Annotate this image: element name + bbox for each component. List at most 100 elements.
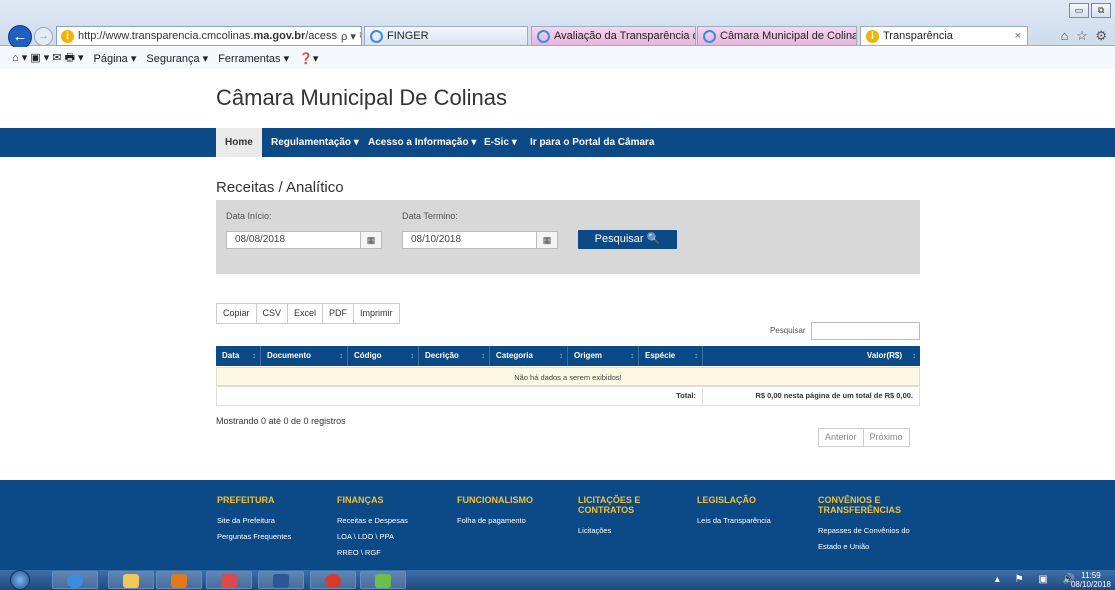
taskbar-media-button[interactable] [156, 571, 202, 589]
footer-column-licitacoes: LICITAÇÕES E CONTRATOS Licitações [578, 495, 668, 539]
info-icon[interactable]: i [61, 29, 74, 43]
tab-label: Câmara Municipal de Colinas [720, 30, 857, 42]
browser-chrome: ▭ ⧉ ← → i http://www.transparencia.cmcol… [0, 0, 1115, 49]
print-button[interactable]: Imprimir [353, 303, 400, 324]
browser-toolbar-icons[interactable]: ⌂ ☆ ⚙ [1061, 28, 1109, 44]
command-icons[interactable]: ⌂ ▾ ▣ ▾ ✉ 🖶 ▾ [12, 49, 84, 68]
column-data[interactable]: Data ↕ [216, 346, 261, 366]
tab-camara[interactable]: Câmara Municipal de Colinas [697, 26, 857, 46]
footer-link[interactable]: Estado e União [818, 539, 918, 555]
column-codigo[interactable]: Código ↕ [348, 346, 419, 366]
pdf-button[interactable]: PDF [322, 303, 355, 324]
close-tab-icon[interactable]: × [1015, 30, 1027, 42]
taskbar-word-button[interactable] [258, 571, 304, 589]
menu-pagina[interactable]: Página ▾ [94, 52, 137, 65]
back-button[interactable]: ← [8, 25, 32, 49]
footer-heading: PREFEITURA [217, 495, 275, 505]
end-date-input[interactable]: 08/10/2018 [402, 231, 537, 249]
footer-heading: LICITAÇÕES E CONTRATOS [578, 495, 641, 515]
minimize-button[interactable]: ▭ [1069, 3, 1089, 18]
folder-icon [123, 574, 139, 588]
menu-ferramentas[interactable]: Ferramentas ▾ [218, 52, 289, 65]
next-page-button[interactable]: Próximo [862, 428, 910, 447]
menu-seguranca[interactable]: Segurança ▾ [146, 52, 208, 65]
site-title: Câmara Municipal De Colinas [216, 85, 508, 110]
tab-label: Avaliação da Transparência do... [554, 30, 695, 42]
clock[interactable]: 11:59 08/10/2018 [1071, 571, 1111, 589]
column-label: Espécie [645, 351, 676, 360]
table-search-input[interactable] [811, 322, 920, 340]
footer-link[interactable]: Receitas e Despesas [337, 513, 437, 529]
taskbar: ▴ ⚑ ▣ 🔊 11:59 08/10/2018 [0, 570, 1115, 590]
taskbar-app-button[interactable] [360, 571, 406, 589]
address-tools[interactable]: ρ ▾ ↻ [337, 30, 361, 43]
pagination: Anterior Próximo [818, 428, 910, 447]
footer-column-legislacao: LEGISLAÇÃO Leis da Transparência [697, 495, 797, 529]
footer-heading: FINANÇAS [337, 495, 384, 505]
column-valor[interactable]: Valor(R$) ↕ [703, 346, 920, 366]
address-bar[interactable]: i http://www.transparencia.cmcolinas. ma.… [56, 26, 362, 46]
column-label: Origem [574, 351, 603, 360]
system-tray[interactable]: ▴ ⚑ ▣ 🔊 [995, 574, 1081, 585]
nav-regulamentacao[interactable]: Regulamentação ▾ [262, 128, 368, 157]
csv-button[interactable]: CSV [255, 303, 289, 324]
start-date-input[interactable]: 08/08/2018 [226, 231, 361, 249]
taskbar-ie-button[interactable] [52, 571, 98, 589]
table-header: Data ↕ Documento ↕ Código ↕ Decrição ↕ Categ… [216, 346, 920, 366]
sort-icon: ↕ [410, 351, 414, 360]
nav-acesso-informacao[interactable]: Acesso a Informação ▾ [359, 128, 485, 157]
url-prefix: http://www.transparencia.cmcolinas. [78, 30, 254, 42]
table-search-label: Pesquisar [770, 326, 806, 335]
footer-link[interactable]: LOA \ LDO \ PPA [337, 529, 437, 545]
calendar-icon[interactable]: ▦ [360, 231, 382, 249]
column-decricao[interactable]: Decrição ↕ [419, 346, 490, 366]
ie-icon [703, 29, 716, 43]
footer-link[interactable]: Folha de pagamento [457, 513, 557, 529]
column-documento[interactable]: Documento ↕ [261, 346, 348, 366]
sort-icon: ↕ [559, 351, 563, 360]
taskbar-paint-button[interactable] [206, 571, 252, 589]
footer-link[interactable]: Site da Prefeitura [217, 513, 317, 529]
total-value: R$ 0,00 nesta página de um total de R$ 0… [755, 391, 913, 400]
column-label: Decrição [425, 351, 459, 360]
forward-button[interactable]: → [34, 27, 53, 46]
app-icon [375, 574, 391, 588]
export-buttons: Copiar CSV Excel PDF Imprimir [216, 303, 400, 324]
nav-esic[interactable]: E-Sic ▾ [475, 128, 526, 157]
tab-finger[interactable]: FINGER [364, 26, 528, 46]
footer-link[interactable]: Licitações [578, 523, 668, 539]
paint-icon [221, 574, 237, 588]
url-domain: ma.gov.br [253, 30, 306, 42]
taskbar-explorer-button[interactable] [108, 571, 154, 589]
calendar-icon[interactable]: ▦ [536, 231, 558, 249]
column-especie[interactable]: Espécie ↕ [639, 346, 703, 366]
column-origem[interactable]: Origem ↕ [568, 346, 639, 366]
column-categoria[interactable]: Categoria ↕ [490, 346, 568, 366]
start-button[interactable] [10, 570, 30, 590]
copy-button[interactable]: Copiar [216, 303, 257, 324]
help-icon[interactable]: ❓▾ [299, 52, 318, 65]
search-button[interactable]: Pesquisar 🔍 [578, 230, 677, 249]
taskbar-chrome-button[interactable] [310, 571, 356, 589]
nav-portal-camara[interactable]: Ir para o Portal da Câmara [521, 128, 664, 157]
window-controls: ▭ ⧉ [1069, 3, 1111, 18]
clock-time: 11:59 [1081, 571, 1101, 580]
footer-link[interactable]: RREO \ RGF [337, 545, 437, 561]
media-player-icon [171, 574, 187, 588]
nav-home[interactable]: Home [216, 128, 262, 157]
restore-button[interactable]: ⧉ [1091, 3, 1111, 18]
sort-icon: ↕ [339, 351, 343, 360]
footer-link[interactable]: Perguntas Frequentes [217, 529, 317, 545]
tab-avaliacao[interactable]: Avaliação da Transparência do... [531, 26, 696, 46]
sort-icon: ↕ [630, 351, 634, 360]
tab-label: FINGER [387, 30, 429, 42]
tab-transparencia[interactable]: i Transparência × [860, 26, 1028, 46]
start-date-label: Data Início: [226, 211, 272, 221]
excel-button[interactable]: Excel [287, 303, 324, 324]
footer-link[interactable]: Repasses de Convênios do [818, 523, 918, 539]
column-label: Documento [267, 351, 311, 360]
footer-link[interactable]: Leis da Transparência [697, 513, 797, 529]
footer-column-prefeitura: PREFEITURA Site da Prefeitura Perguntas … [217, 495, 317, 545]
filter-panel: Data Início: 08/08/2018 ▦ Data Termino: … [216, 200, 920, 274]
previous-page-button[interactable]: Anterior [818, 428, 864, 447]
